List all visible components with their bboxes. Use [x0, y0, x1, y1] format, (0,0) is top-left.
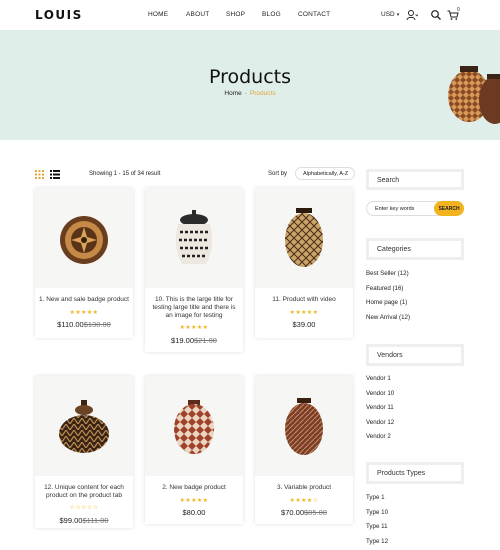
nav-blog[interactable]: BLOG — [262, 11, 281, 18]
lidded-urn-image — [59, 400, 109, 453]
product-price: $110.00$130.00 — [35, 320, 133, 329]
product-card[interactable]: 2. New badge product ★★★★★ $80.00 — [145, 376, 243, 524]
nav-about[interactable]: ABOUT — [186, 11, 209, 18]
price-current: $70.00 — [281, 508, 304, 517]
product-card[interactable]: 12. Unique content for each product on t… — [35, 376, 133, 528]
product-price: $99.00$111.00 — [35, 516, 133, 525]
category-item[interactable]: Home page (1) — [366, 299, 407, 306]
breadcrumb: Home - Products — [0, 90, 500, 97]
cart-count-badge: 0 — [457, 7, 460, 13]
category-item[interactable]: New Arrival (12) — [366, 314, 410, 321]
vendor-item[interactable]: Vendor 12 — [366, 419, 394, 426]
list-view-icon[interactable] — [50, 170, 60, 179]
site-header: LOUIS HOME ABOUT SHOP BLOG CONTACT USD ▾ … — [0, 0, 500, 30]
product-card[interactable]: 3. Variable product ★★★★☆ $70.00$85.00 — [255, 376, 353, 524]
rating-stars: ★★★★★ — [179, 498, 209, 504]
rating-stars: ★★★★★ — [179, 325, 209, 331]
result-count: Showing 1 - 15 of 34 result — [89, 171, 161, 177]
product-price: $39.00 — [255, 320, 353, 329]
nav-home[interactable]: HOME — [148, 11, 168, 18]
product-title[interactable]: 11. Product with video — [259, 296, 349, 304]
product-title[interactable]: 3. Variable product — [259, 484, 349, 492]
product-price: $80.00 — [145, 508, 243, 517]
page-title: Products — [208, 66, 292, 88]
bowl-basket-image — [60, 216, 108, 264]
product-price: $19.00$21.00 — [145, 336, 243, 345]
product-type-item[interactable]: Type 1 — [366, 494, 385, 501]
product-image[interactable] — [145, 188, 243, 288]
sidebar-search-title: Search — [366, 169, 464, 190]
sort-select[interactable]: Alphabetically, A-Z — [295, 167, 355, 180]
price-old: $85.00 — [304, 508, 327, 517]
nav-contact[interactable]: CONTACT — [298, 11, 330, 18]
product-types-title: Products Types — [366, 462, 464, 484]
chevron-down-icon: ▾ — [396, 12, 400, 18]
sort-label: Sort by — [268, 171, 288, 177]
product-type-item[interactable]: Type 10 — [366, 509, 388, 516]
breadcrumb-current: Products — [249, 90, 276, 97]
rating-stars: ☆☆☆☆☆ — [69, 505, 99, 511]
page-hero: Products Home - Products — [0, 30, 500, 140]
product-image[interactable] — [255, 376, 353, 476]
tall-vase-image — [285, 398, 323, 455]
vendor-item[interactable]: Vendor 11 — [366, 404, 394, 411]
price-current: $99.00 — [59, 516, 83, 525]
nav-shop[interactable]: SHOP — [226, 11, 245, 18]
currency-value: USD — [381, 11, 395, 18]
site-logo[interactable]: LOUIS — [35, 8, 83, 22]
price-old: $130.00 — [83, 320, 111, 329]
product-price: $70.00$85.00 — [255, 508, 353, 517]
rating-stars: ★★★★★ — [289, 310, 319, 316]
price-old: $21.00 — [194, 336, 217, 345]
vendor-item[interactable]: Vendor 2 — [366, 433, 391, 440]
vendors-title: Vendors — [366, 344, 464, 366]
breadcrumb-home[interactable]: Home — [224, 90, 241, 97]
price-current: $110.00 — [57, 320, 84, 329]
product-card[interactable]: 10. This is the large title for testing … — [145, 188, 243, 352]
price-old: $111.00 — [82, 516, 109, 525]
search-icon[interactable] — [430, 9, 442, 21]
rating-stars: ★★★★☆ — [289, 498, 319, 504]
product-card[interactable]: 1. New and sale badge product ★★★★★ $110… — [35, 188, 133, 338]
lidded-basket-image — [175, 210, 213, 264]
sidebar-search-button[interactable]: SEARCH — [434, 201, 464, 216]
category-item[interactable]: Best Seller (12) — [366, 270, 409, 277]
product-image[interactable] — [255, 188, 353, 288]
user-icon[interactable] — [406, 9, 418, 21]
product-image[interactable] — [145, 376, 243, 476]
product-title[interactable]: 1. New and sale badge product — [39, 296, 129, 304]
vase-image — [285, 208, 323, 267]
categories-title: Categories — [366, 238, 464, 260]
price-current: $19.00 — [171, 336, 194, 345]
breadcrumb-separator: - — [244, 90, 247, 97]
category-item[interactable]: Featured (16) — [366, 285, 404, 292]
product-title[interactable]: 10. This is the large title for testing … — [149, 296, 239, 320]
product-card[interactable]: 11. Product with video ★★★★★ $39.00 — [255, 188, 353, 338]
currency-selector[interactable]: USD ▾ — [381, 11, 399, 18]
product-image[interactable] — [35, 188, 133, 288]
vendor-item[interactable]: Vendor 10 — [366, 390, 394, 397]
hero-vase-image — [448, 66, 500, 124]
price-current: $80.00 — [182, 508, 206, 517]
egg-vase-image — [174, 400, 214, 454]
product-image[interactable] — [35, 376, 133, 476]
price-current: $39.00 — [292, 320, 316, 329]
grid-view-icon[interactable] — [35, 170, 44, 179]
product-title[interactable]: 12. Unique content for each product on t… — [39, 484, 129, 500]
product-type-item[interactable]: Type 11 — [366, 523, 388, 530]
vendor-item[interactable]: Vendor 1 — [366, 375, 391, 382]
product-title[interactable]: 2. New badge product — [149, 484, 239, 492]
rating-stars: ★★★★★ — [69, 310, 99, 316]
product-type-item[interactable]: Type 12 — [366, 538, 388, 545]
